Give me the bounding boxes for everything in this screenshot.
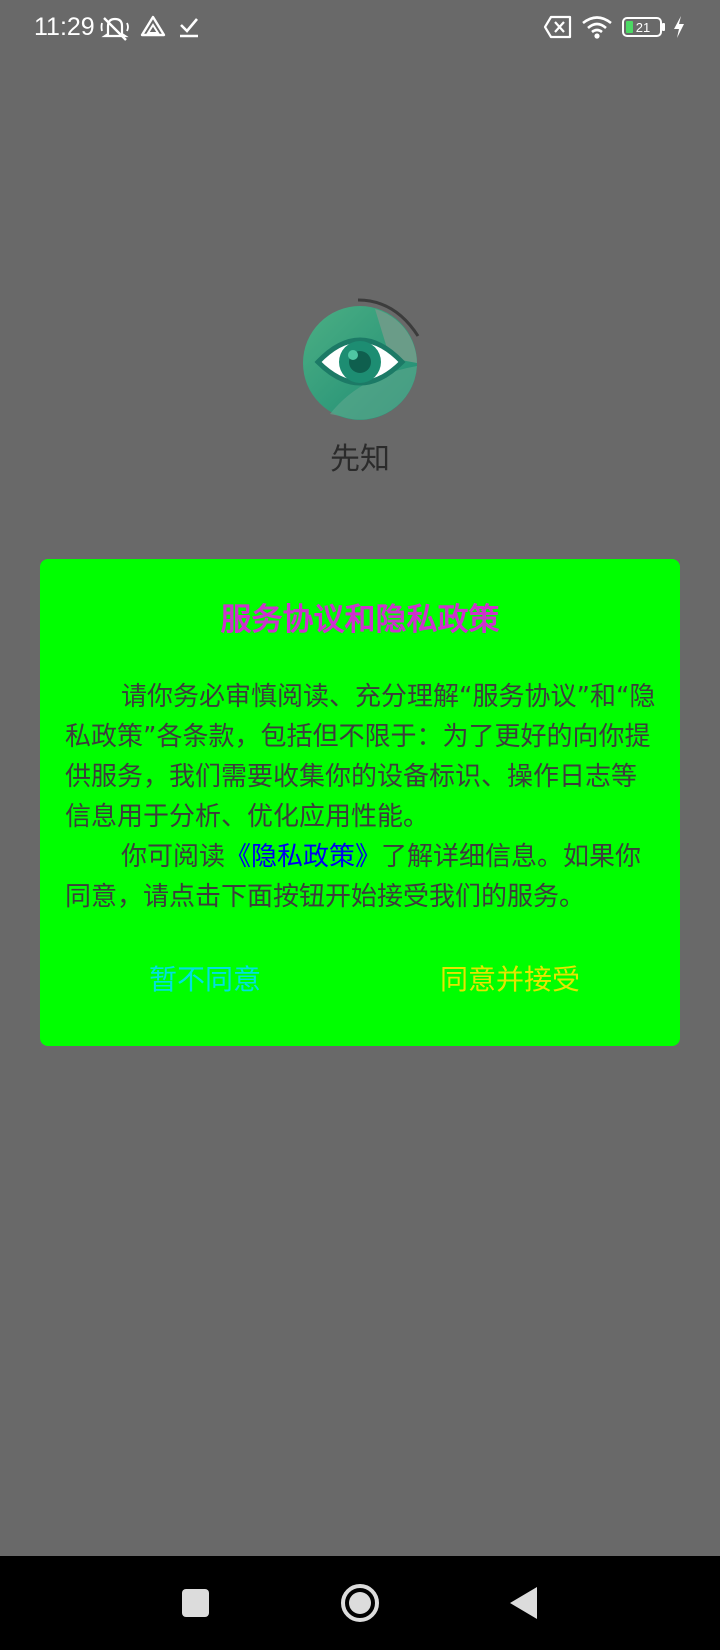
disagree-button[interactable]: 暂不同意 — [130, 955, 280, 1005]
charging-icon — [674, 16, 684, 38]
agree-button[interactable]: 同意并接受 — [410, 955, 610, 1005]
sim-off-icon — [543, 15, 572, 39]
status-bar: 11:29 21 — [0, 0, 720, 56]
privacy-dialog: 服务协议和隐私政策 请你务必审慎阅读、充分理解“服务协议”和“隐私政策”各条款，… — [40, 559, 680, 1046]
back-triangle-icon[interactable] — [500, 1578, 550, 1628]
dialog-paragraph-2: 你可阅读《隐私政策》了解详细信息。如果你同意，请点击下面按钮开始接受我们的服务。 — [65, 837, 661, 917]
navigation-bar — [0, 1556, 720, 1650]
dialog-paragraph-1: 请你务必审慎阅读、充分理解“服务协议”和“隐私政策”各条款，包括但不限于：为了更… — [65, 682, 656, 832]
status-time: 11:29 — [34, 13, 95, 41]
eye-logo-icon — [303, 298, 420, 420]
privacy-policy-link[interactable]: 《隐私政策》 — [225, 842, 381, 872]
mute-bell-icon — [100, 17, 129, 41]
app-name: 先知 — [330, 442, 390, 477]
battery-level: 21 — [635, 20, 651, 35]
wifi-icon — [582, 16, 612, 39]
home-circle-icon[interactable] — [335, 1578, 385, 1628]
dialog-body: 请你务必审慎阅读、充分理解“服务协议”和“隐私政策”各条款，包括但不限于：为了更… — [65, 677, 661, 917]
paragraph-2-prefix: 你可阅读 — [121, 842, 226, 872]
download-done-icon — [180, 18, 198, 38]
drive-icon — [140, 15, 166, 37]
recents-square-icon[interactable] — [170, 1578, 220, 1628]
screen: 11:29 21 先知 服务协议和隐私政策 请你务必审慎阅读、充分理解“服务协议… — [0, 0, 720, 1650]
dialog-title: 服务协议和隐私政策 — [220, 602, 500, 638]
